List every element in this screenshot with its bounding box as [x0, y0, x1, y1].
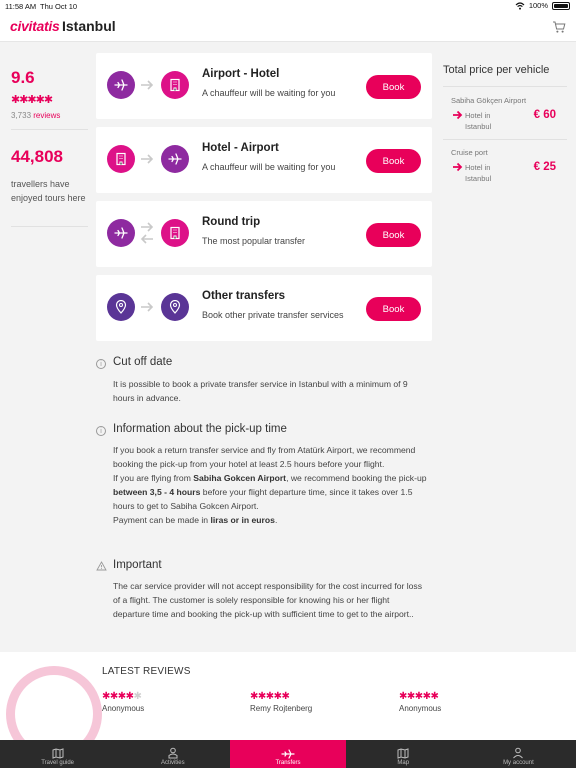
- transfer-title: Hotel - Airport: [202, 142, 279, 154]
- map-book-icon: [52, 748, 64, 759]
- review-stars: ✱✱✱✱✱: [399, 691, 439, 702]
- rating-stars: ✱✱✱✱✱: [11, 94, 53, 106]
- hotel-icon: [161, 219, 189, 247]
- tab-activities[interactable]: Activities: [115, 740, 230, 768]
- reviews-link[interactable]: reviews: [33, 111, 60, 120]
- hotel-icon: [161, 71, 189, 99]
- review-author: Anonymous: [102, 704, 145, 713]
- tab-label: Activities: [160, 760, 185, 766]
- account-icon: [513, 747, 524, 759]
- cart-icon[interactable]: [552, 20, 566, 34]
- reviews-number: 3,733: [11, 111, 32, 120]
- section-body: If you book a return transfer service an…: [113, 443, 428, 527]
- tab-label: My account: [503, 760, 534, 766]
- latest-reviews: LATEST REVIEWS ✱✱✱✱✱ Anonymous ✱✱✱✱✱ Rem…: [0, 652, 576, 740]
- battery-icon: [552, 1, 570, 10]
- transfer-subtitle: The most popular transfer: [202, 236, 306, 246]
- review-stars: ✱✱✱✱✱: [250, 691, 290, 702]
- pickup-paragraph-3: Payment can be made in liras or in euros…: [113, 515, 278, 525]
- latest-reviews-title: LATEST REVIEWS: [102, 666, 191, 677]
- review-author: Anonymous: [399, 704, 442, 713]
- tab-label: Map: [397, 760, 410, 766]
- tab-bar: Travel guide Activities Transfers Map My…: [0, 740, 576, 768]
- status-bar: 11:58 AM Thu Oct 10 100%: [0, 0, 576, 12]
- map-icon: [397, 748, 409, 759]
- route-price: € 25: [533, 161, 556, 173]
- transfer-title: Airport - Hotel: [202, 68, 280, 80]
- tab-label: Transfers: [275, 760, 301, 766]
- arrow-right-icon: [141, 154, 154, 164]
- transfer-subtitle: Book other private transfer services: [202, 310, 344, 320]
- reviews-count: 3,733 reviews: [11, 111, 60, 120]
- tab-label: Travel guide: [41, 760, 74, 766]
- civitatis-logo[interactable]: civitatis: [10, 18, 60, 34]
- transfer-subtitle: A chauffeur will be waiting for you: [202, 88, 336, 98]
- transfer-title: Other transfers: [202, 290, 286, 302]
- tab-transfers[interactable]: Transfers: [230, 740, 346, 768]
- pickup-paragraph-2: If you are flying from Sabiha Gokcen Air…: [113, 473, 427, 511]
- warning-icon: [96, 561, 107, 571]
- transfer-plane-icon: [281, 749, 295, 759]
- location-pin-icon: [107, 293, 135, 321]
- route-price: € 60: [533, 109, 556, 121]
- divider: [11, 226, 88, 227]
- review-item[interactable]: ✱✱✱✱✱ Anonymous: [102, 691, 144, 713]
- app-header: civitatis Istanbul: [0, 12, 576, 42]
- route-origin: Sabiha Gökçen Airport: [451, 96, 527, 105]
- section-body: It is possible to book a private transfe…: [113, 379, 408, 403]
- divider: [443, 86, 567, 87]
- tab-map[interactable]: Map: [346, 740, 461, 768]
- status-time: 11:58 AM: [5, 2, 37, 11]
- divider: [11, 129, 88, 130]
- info-icon: i: [96, 426, 106, 436]
- page-title: Istanbul: [62, 18, 116, 34]
- plane-icon: [107, 219, 135, 247]
- book-button[interactable]: Book: [366, 297, 421, 321]
- rating-value: 9.6: [11, 68, 35, 87]
- section-title: Cut off date: [113, 356, 173, 368]
- arrow-right-icon: [141, 302, 154, 312]
- decorative-circle: [6, 666, 102, 740]
- round-trip-arrows-icon: [140, 222, 154, 244]
- arrow-right-icon: [453, 110, 463, 120]
- section-title: Information about the pick-up time: [113, 423, 287, 435]
- price-panel-title: Total price per vehicle: [443, 64, 550, 76]
- tab-travel-guide[interactable]: Travel guide: [0, 740, 115, 768]
- arrow-right-icon: [453, 162, 463, 172]
- book-button[interactable]: Book: [366, 149, 421, 173]
- plane-icon: [107, 71, 135, 99]
- transfer-title: Round trip: [202, 216, 261, 228]
- review-author: Remy Rojtenberg: [250, 704, 313, 713]
- battery-percent: 100%: [528, 1, 548, 10]
- location-pin-icon: [161, 293, 189, 321]
- route-destination: Hotel in Istanbul: [465, 111, 492, 131]
- pickup-paragraph-1: If you book a return transfer service an…: [113, 445, 416, 469]
- transfer-card-other[interactable]: Other transfers Book other private trans…: [96, 275, 432, 341]
- arrow-right-icon: [141, 80, 154, 90]
- book-button[interactable]: Book: [366, 223, 421, 247]
- travellers-count: 44,808: [11, 147, 63, 166]
- route-destination: Hotel in Istanbul: [465, 163, 492, 183]
- hotel-icon: [107, 145, 135, 173]
- review-item[interactable]: ✱✱✱✱✱ Anonymous: [399, 691, 441, 713]
- route-origin: Cruise port: [451, 148, 488, 157]
- status-date: Thu Oct 10: [40, 2, 78, 11]
- wifi-icon: [515, 1, 525, 10]
- divider: [443, 139, 567, 140]
- transfer-card-hotel-airport[interactable]: Hotel - Airport A chauffeur will be wait…: [96, 127, 432, 193]
- transfer-card-round-trip[interactable]: Round trip The most popular transfer Boo…: [96, 201, 432, 267]
- transfer-subtitle: A chauffeur will be waiting for you: [202, 162, 336, 172]
- person-icon: [168, 747, 178, 759]
- travellers-text: travellers have enjoyed tours here: [11, 179, 86, 203]
- info-icon: i: [96, 359, 106, 369]
- tab-my-account[interactable]: My account: [461, 740, 576, 768]
- review-stars: ✱✱✱✱✱: [102, 691, 142, 702]
- transfer-card-airport-hotel[interactable]: Airport - Hotel A chauffeur will be wait…: [96, 53, 432, 119]
- section-title: Important: [113, 559, 162, 571]
- status-right: 100%: [515, 1, 570, 10]
- book-button[interactable]: Book: [366, 75, 421, 99]
- plane-icon: [161, 145, 189, 173]
- review-item[interactable]: ✱✱✱✱✱ Remy Rojtenberg: [250, 691, 312, 713]
- section-body: The car service provider will not accept…: [113, 581, 423, 619]
